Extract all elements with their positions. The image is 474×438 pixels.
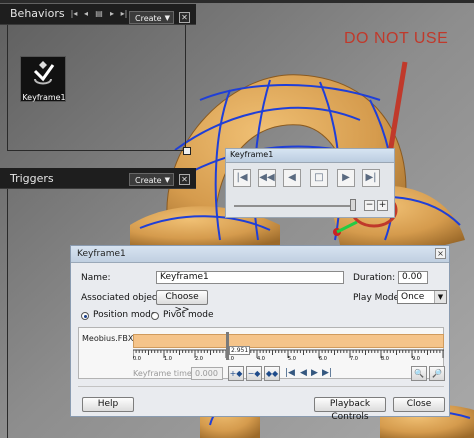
behaviors-create-dropdown[interactable]: Create ▼ <box>129 11 174 24</box>
chevron-down-icon: ▼ <box>164 14 170 22</box>
zoom-out-button[interactable]: − <box>364 200 375 211</box>
create-label: Create <box>135 176 162 185</box>
first-key-icon[interactable]: |◀ <box>285 368 295 379</box>
zoom-in-button[interactable]: + <box>377 200 388 211</box>
triggers-close-icon[interactable]: ✕ <box>179 174 190 185</box>
ruler-tick-label: 6.0 <box>319 356 327 362</box>
ruler-tick-label: 7.0 <box>350 356 358 362</box>
first-icon[interactable]: |◂ <box>68 8 80 20</box>
do-not-use-annotation: DO NOT USE <box>344 30 449 47</box>
ruler-tick-label: 0.0 <box>133 356 141 362</box>
behaviors-frame-line <box>7 25 8 150</box>
pivot-mode-label: Pivot mode <box>163 310 214 320</box>
last-key-icon[interactable]: ▶| <box>322 368 332 379</box>
playhead-time-label: 2.951 <box>229 346 251 355</box>
position-mode-label: Position mode <box>93 310 157 320</box>
close-button[interactable]: Close <box>393 397 445 412</box>
resize-handle[interactable] <box>183 147 191 155</box>
behaviors-title: Behaviors <box>10 7 65 20</box>
choose-button[interactable]: Choose >> <box>156 290 208 315</box>
separator <box>78 386 444 387</box>
remove-keyframe-icon[interactable]: −◆ <box>246 366 262 381</box>
keyframe-time-label: Keyframe time: <box>133 369 195 378</box>
ruler-tick-label: 5.0 <box>288 356 296 362</box>
next-key-icon[interactable]: ▶ <box>311 368 318 379</box>
ruler-tick-label: 4.0 <box>257 356 265 362</box>
ruler-tick-label: 9.0 <box>412 356 420 362</box>
mini-window-titlebar[interactable]: Keyframe1 <box>226 149 394 163</box>
first-frame-icon[interactable]: |◀ <box>233 169 251 187</box>
prev-key-icon[interactable]: ◀ <box>300 368 307 379</box>
play-mode-select[interactable]: Once ▼ <box>397 290 447 304</box>
triggers-title: Triggers <box>10 172 54 185</box>
position-mode-radio[interactable] <box>81 312 89 320</box>
zoom-out-icon[interactable]: 🔎 <box>429 366 445 381</box>
chevron-down-icon: ▼ <box>434 291 446 303</box>
behaviors-frame-bottom <box>7 150 187 151</box>
duration-field[interactable]: 0.00 <box>398 271 428 284</box>
help-button[interactable]: Help <box>82 397 134 412</box>
pivot-mode-radio[interactable] <box>151 312 159 320</box>
keyframe-dialog: Keyframe1 × Name: Keyframe1 Duration: 0.… <box>70 245 450 422</box>
playback-controls-button[interactable]: Playback Controls <box>314 397 386 422</box>
rewind-icon[interactable]: ◀◀ <box>258 169 276 187</box>
copy-keyframe-icon[interactable]: ◆◆ <box>264 366 280 381</box>
prev-icon[interactable]: ◂ <box>80 8 92 20</box>
ruler-tick-label: 2.0 <box>195 356 203 362</box>
last-frame-icon[interactable]: ▶| <box>362 169 380 187</box>
create-label: Create <box>135 14 162 23</box>
triggers-create-dropdown[interactable]: Create ▼ <box>129 173 174 186</box>
mini-window-title: Keyframe1 <box>230 150 274 159</box>
chevron-down-icon: ▼ <box>164 176 170 184</box>
keyframe-icon <box>33 61 55 85</box>
dialog-title: Keyframe1 <box>77 249 126 259</box>
behaviors-frame-right <box>185 25 186 150</box>
behaviors-close-icon[interactable]: ✕ <box>179 12 190 23</box>
play-icon[interactable]: ▶ <box>337 169 355 187</box>
keyframe-time-field[interactable]: 0.000 <box>191 367 223 380</box>
ruler-labels: 0.0 1.0 2.0 3.0 4.0 5.0 6.0 7.0 8.0 9.0 <box>133 356 444 365</box>
mini-slider-thumb[interactable] <box>350 199 356 211</box>
track-label: Meobius.FBX <box>82 334 134 343</box>
list-icon[interactable]: ▤ <box>93 8 105 20</box>
stop-icon[interactable]: □ <box>310 169 328 187</box>
triggers-frame-line <box>7 189 8 438</box>
dialog-titlebar[interactable]: Keyframe1 × <box>71 246 449 263</box>
ruler-tick-label: 8.0 <box>381 356 389 362</box>
mini-timeline-slider[interactable] <box>234 205 352 207</box>
keyframe-node-label: Keyframe1 <box>22 93 66 102</box>
play-mode-value: Once <box>401 292 425 302</box>
name-label: Name: <box>81 273 111 283</box>
next-icon[interactable]: ▸ <box>106 8 118 20</box>
add-keyframe-icon[interactable]: +◆ <box>228 366 244 381</box>
play-reverse-icon[interactable]: ◀ <box>283 169 301 187</box>
name-field[interactable]: Keyframe1 <box>156 271 344 284</box>
duration-label: Duration: <box>353 273 396 283</box>
zoom-in-icon[interactable]: 🔍 <box>411 366 427 381</box>
ruler-tick-label: 1.0 <box>164 356 172 362</box>
timeline-track-bar[interactable] <box>133 334 444 348</box>
dialog-close-icon[interactable]: × <box>435 248 446 259</box>
play-mode-label: Play Mode: <box>353 293 403 303</box>
keyframe-mini-window: Keyframe1 |◀ ◀◀ ◀ □ ▶ ▶| − + <box>225 148 395 218</box>
